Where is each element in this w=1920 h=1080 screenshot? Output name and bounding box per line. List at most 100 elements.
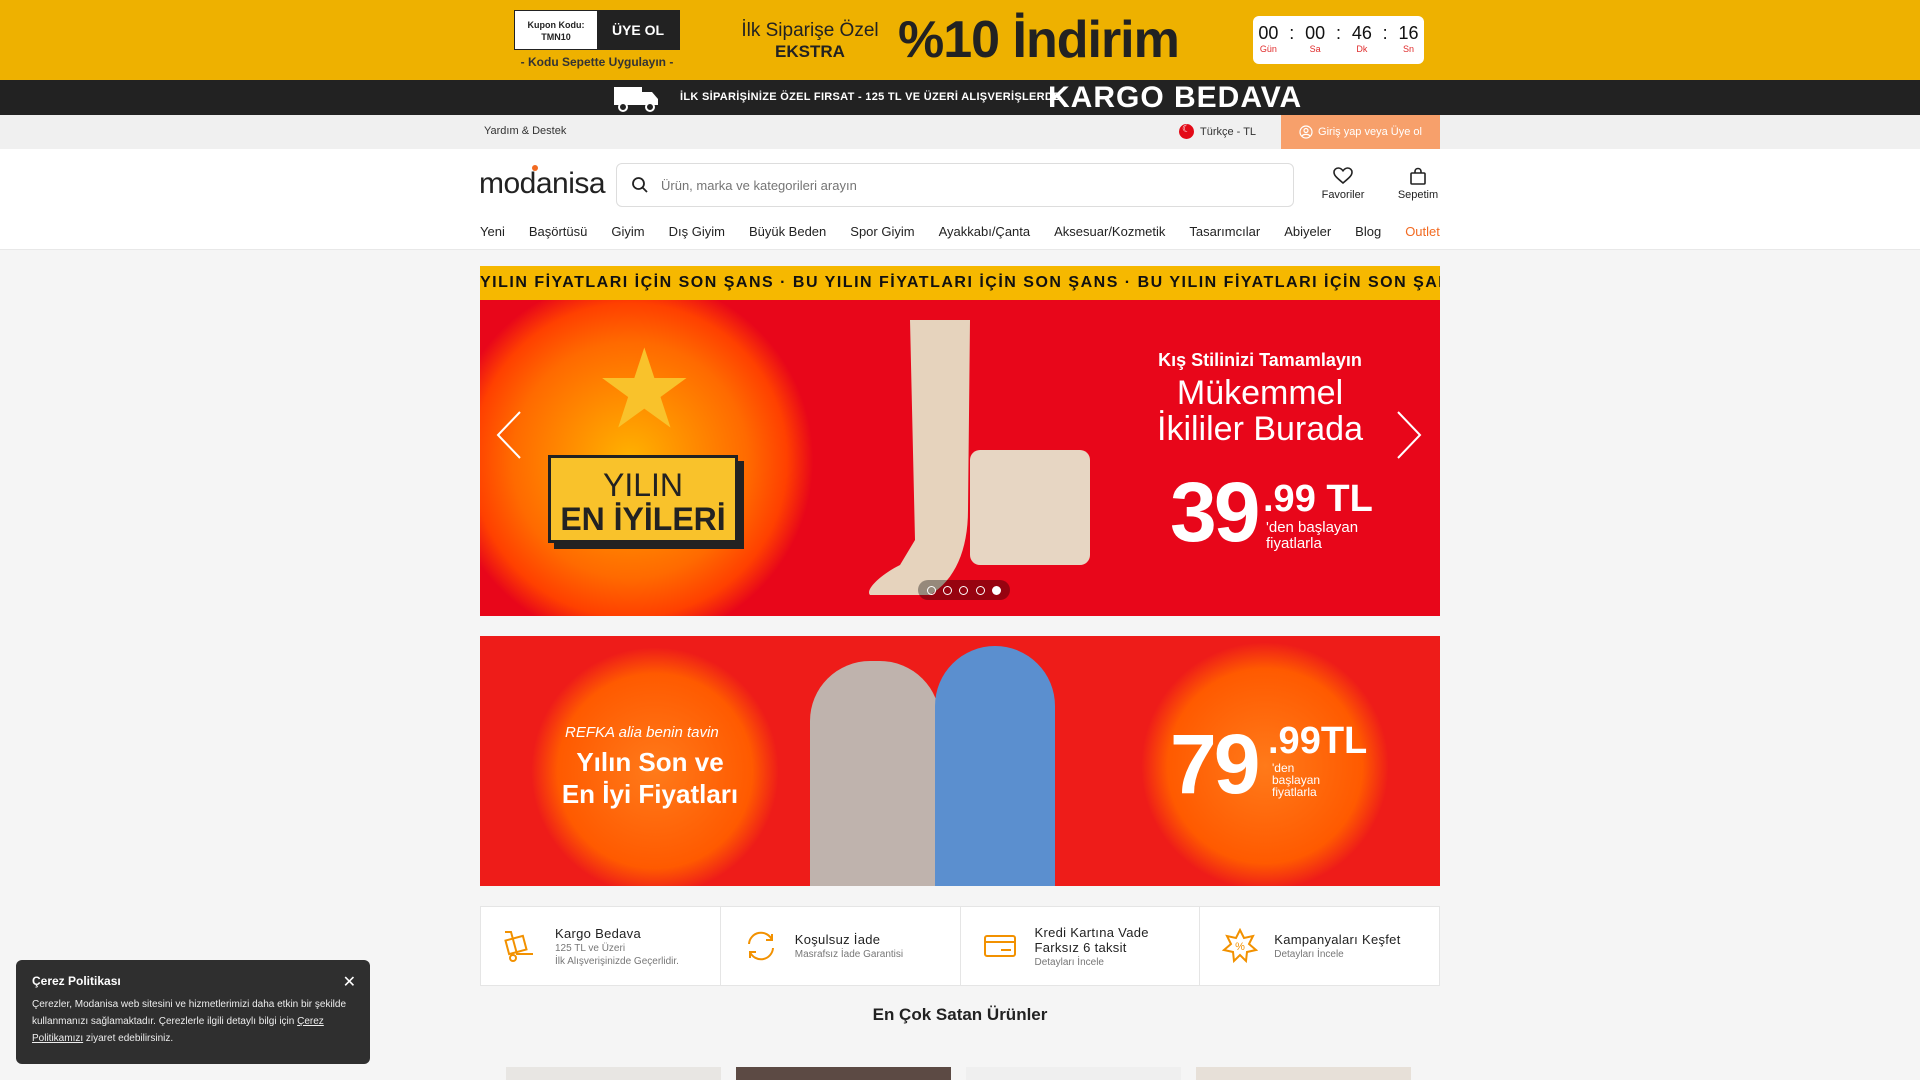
login-label: Giriş yap veya Üye ol: [1318, 126, 1422, 138]
hero-title-line2: İkililer Burada: [1157, 410, 1363, 448]
countdown-hours: 00 Sa: [1305, 23, 1325, 55]
modanisa-logo[interactable]: modanisa: [479, 165, 606, 201]
feature-free-return[interactable]: Koşulsuz İade Masrafsız İade Garantisi: [721, 907, 961, 985]
countdown-separator: :: [1289, 23, 1295, 43]
nav-item-aksesuar-kozmetik[interactable]: Aksesuar/Kozmetik: [1054, 224, 1165, 239]
promo-small-text: İlk Siparişe Özel EKSTRA: [730, 20, 890, 62]
search-input[interactable]: [661, 164, 1261, 206]
chevron-right-icon: [1397, 411, 1422, 459]
banner-title-line2: En İyi Fiyatları: [561, 779, 739, 809]
countdown-timer: 00 Gün : 00 Sa : 46 Dk : 16 Sn: [1253, 16, 1424, 64]
countdown-separator: :: [1382, 23, 1388, 43]
countdown-seconds: 16 Sn: [1399, 23, 1419, 55]
search-icon[interactable]: [631, 176, 649, 194]
search-bar[interactable]: [616, 163, 1294, 207]
badge-line2: EN İYİLERİ: [560, 501, 726, 537]
countdown-minutes-label: Dk: [1356, 44, 1368, 54]
truck-icon: [614, 87, 658, 112]
promo-small-line1: İlk Siparişe Özel: [741, 20, 879, 41]
slider-dot[interactable]: [926, 585, 936, 595]
product-card[interactable]: [506, 1067, 721, 1080]
logo-dot: [532, 165, 538, 171]
hero-slider[interactable]: ★ YILIN EN İYİLERİ Kış Stilinizi Tamamla…: [480, 300, 1440, 616]
language-selector[interactable]: Türkçe - TL: [1179, 124, 1256, 139]
feature-title-2: Farksız 6 taksit: [1034, 939, 1127, 955]
promo-banner[interactable]: REFKA alia benin tavin Yılın Son ve En İ…: [480, 636, 1440, 886]
nav-item-blog[interactable]: Blog: [1355, 224, 1381, 239]
heart-icon: [1333, 167, 1353, 185]
bestsellers-title: En Çok Satan Ürünler: [872, 1005, 1048, 1024]
feature-desc: Masrafsız İade Garantisi: [794, 949, 904, 960]
credit-card-icon: [981, 926, 1021, 966]
cookie-title: Çerez Politikası: [32, 974, 121, 988]
feature-desc: Detayları İncele: [1034, 956, 1104, 968]
countdown-separator: :: [1335, 23, 1341, 43]
feature-title: Kredi Kartına Vade: [1034, 924, 1149, 940]
nav-item-spor-giyim[interactable]: Spor Giyim: [850, 224, 914, 239]
features-strip: Kargo Bedava 125 TL ve Üzeri İlk Alışver…: [480, 906, 1440, 986]
favorites-button[interactable]: Favoriler: [1313, 167, 1373, 201]
slider-pagination: [918, 580, 1010, 600]
product-card[interactable]: [966, 1067, 1181, 1080]
cookie-body: Çerezler, Modanisa web sitesini ve hizme…: [32, 996, 354, 1047]
slider-prev-arrow[interactable]: [494, 410, 524, 470]
help-link[interactable]: Yardım & Destek: [484, 125, 566, 137]
model-image-2: [935, 646, 1055, 886]
nav-item-dis-giyim[interactable]: Dış Giyim: [669, 224, 725, 239]
signup-button[interactable]: ÜYE OL: [597, 11, 679, 49]
best-of-year-badge: YILIN EN İYİLERİ: [548, 455, 738, 543]
product-card[interactable]: [1196, 1067, 1411, 1080]
top-utility-bar: Yardım & Destek Türkçe - TL Giriş yap ve…: [0, 115, 1920, 149]
cart-label: Sepetim: [1397, 189, 1439, 201]
hero-price-sub: .99 TL: [1263, 478, 1373, 520]
coupon-code-value: TMN10: [541, 32, 571, 42]
hero-title: Mükemmel İkililer Burada: [1100, 375, 1420, 447]
free-shipping-title: KARGO BEDAVA: [1048, 81, 1303, 114]
login-button[interactable]: Giriş yap veya Üye ol: [1281, 115, 1440, 149]
hero-price-note-1: 'den başlayan: [1266, 519, 1359, 536]
feature-title: Kampanyaları Keşfet: [1274, 932, 1401, 947]
nav-item-abiyeler[interactable]: Abiyeler: [1284, 224, 1331, 239]
slider-dot[interactable]: [943, 585, 953, 595]
feature-text: Kargo Bedava 125 TL ve Üzeri İlk Alışver…: [555, 926, 679, 967]
product-card[interactable]: [736, 1067, 951, 1080]
feature-desc: 125 TL ve Üzeri: [555, 942, 626, 954]
free-shipping-bar[interactable]: İLK SİPARİŞİNİZE ÖZEL FIRSAT - 125 TL VE…: [0, 80, 1920, 115]
nav-item-buyuk-beden[interactable]: Büyük Beden: [749, 224, 826, 239]
slider-dot[interactable]: [975, 585, 985, 595]
brand-logos: REFKA alia benin tavin: [565, 724, 719, 741]
hero-title-line1: Mükemmel: [1176, 374, 1344, 412]
countdown-seconds-label: Sn: [1403, 44, 1415, 54]
countdown-minutes-value: 46: [1351, 23, 1372, 43]
promo-small-line2: EKSTRA: [775, 42, 845, 61]
hero-price-note-2: fiyatlarla: [1266, 535, 1322, 552]
percent-badge-icon: %: [1220, 926, 1260, 966]
close-icon[interactable]: ✕: [343, 972, 356, 992]
feature-installments[interactable]: Kredi Kartına Vade Farksız 6 taksit Deta…: [961, 907, 1201, 985]
banner-price-note: 'den başlayan fiyatlarla: [1272, 762, 1320, 798]
coupon-label: Kupon Kodu:: [527, 20, 585, 30]
promo-bar[interactable]: Kupon Kodu: TMN10 ÜYE OL - Kodu Sepette …: [0, 0, 1920, 80]
coupon-code: Kupon Kodu: TMN10: [515, 11, 597, 49]
nav-item-outlet[interactable]: Outlet: [1405, 224, 1440, 239]
banner-note-3: fiyatlarla: [1272, 785, 1317, 799]
cart-button[interactable]: Sepetim: [1388, 167, 1448, 201]
nav-item-giyim[interactable]: Giyim: [611, 224, 644, 239]
banner-price-main: 79: [1170, 717, 1260, 811]
nav-item-basortusu[interactable]: Başörtüsü: [529, 224, 588, 239]
slider-dot-active[interactable]: [992, 585, 1002, 595]
feature-free-shipping[interactable]: Kargo Bedava 125 TL ve Üzeri İlk Alışver…: [481, 907, 721, 985]
turkey-flag-icon: [1179, 124, 1194, 139]
coupon-box[interactable]: Kupon Kodu: TMN10 ÜYE OL: [514, 10, 680, 50]
nav-item-ayakkabi-canta[interactable]: Ayakkabı/Çanta: [939, 224, 1031, 239]
nav-item-yeni[interactable]: Yeni: [480, 224, 505, 239]
slider-next-arrow[interactable]: [1394, 410, 1424, 470]
slider-dot[interactable]: [959, 585, 969, 595]
cookie-text-2: ziyaret edebilirsiniz.: [83, 1033, 174, 1044]
site-header: modanisa Favoriler Sepetim Yeni Başörtüs…: [0, 149, 1920, 250]
feature-text: Koşulsuz İade Masrafsız İade Garantisi: [795, 932, 903, 960]
refresh-icon: [741, 926, 781, 966]
svg-text:%: %: [1235, 941, 1245, 953]
nav-item-tasarimcilar[interactable]: Tasarımcılar: [1189, 224, 1260, 239]
feature-campaigns[interactable]: % Kampanyaları Keşfet Detayları İncele: [1200, 907, 1439, 985]
